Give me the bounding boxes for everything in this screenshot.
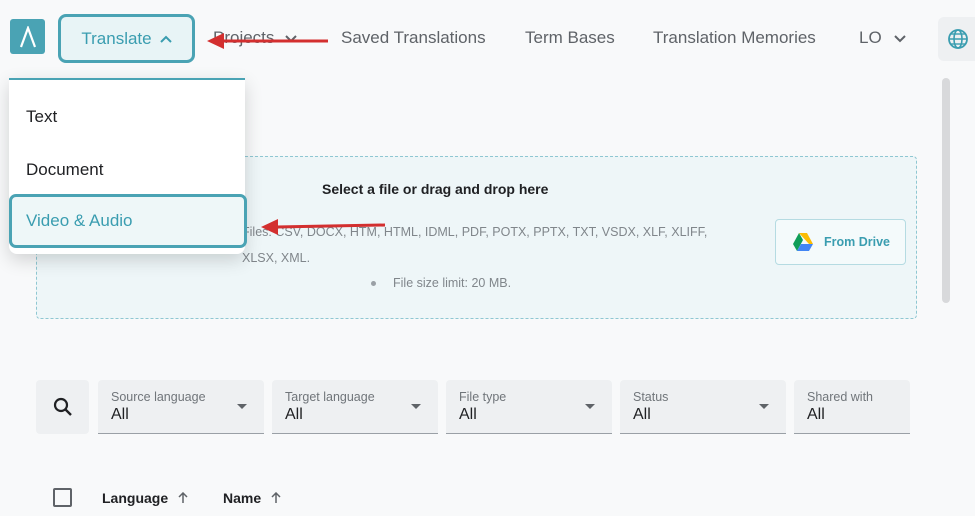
- arrow-to-translate: [207, 33, 328, 49]
- arrow-to-video-audio: [261, 219, 386, 235]
- annotation-arrows: [207, 33, 386, 235]
